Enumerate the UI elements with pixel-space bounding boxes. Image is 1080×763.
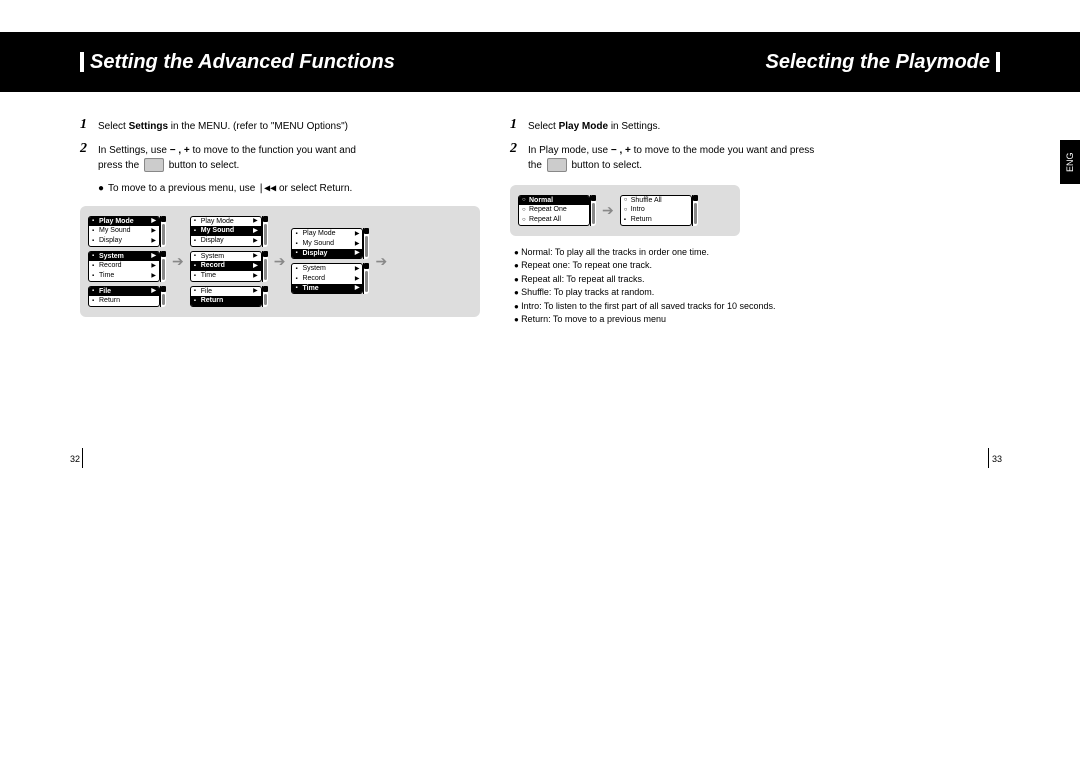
menu-screen: ○Shuffle All ○Intro ▪Return: [620, 195, 698, 226]
menu-screen: ▪Play Mode▶ ▪My Sound▶ ▪Display▶: [88, 216, 166, 247]
step-1: 1 Select Settings in the MENU. (refer to…: [80, 120, 480, 134]
menu-screen: ▪System▶ ▪Record▶ ▪Time▶: [291, 263, 369, 294]
page-divider-icon: [82, 448, 83, 468]
step-number: 1: [510, 117, 517, 133]
flow-arrow-icon: ➔: [274, 253, 286, 270]
header-band: Setting the Advanced Functions Selecting…: [0, 32, 1080, 92]
menu-screen: ▪System▶ ▪Record▶ ▪Time▶: [88, 251, 166, 282]
flow-arrow-icon: ➔: [375, 253, 387, 270]
menu-panel: ○Normal ○Repeat One ○Repeat All ➔ ○Shuff…: [510, 185, 740, 236]
title-bar-icon: [996, 52, 1000, 72]
rewind-icon: |◀◀: [258, 183, 276, 194]
menu-screen: ○Normal ○Repeat One ○Repeat All: [518, 195, 596, 226]
step-number: 2: [510, 141, 517, 157]
left-title: Setting the Advanced Functions: [80, 51, 395, 74]
menu-screen: ▪Play Mode▶ ▪My Sound▶ ▪Display▶: [190, 216, 268, 247]
flow-arrow-icon: ➔: [602, 202, 614, 219]
menu-screen: ▪System▶ ▪Record▶ ▪Time▶: [190, 251, 268, 282]
page-divider-icon: [988, 448, 989, 468]
step-number: 1: [80, 117, 87, 133]
menu-screen: ▪File▶ ▪Return: [88, 286, 166, 307]
step-number: 2: [80, 141, 87, 157]
jog-button-icon: [144, 158, 164, 172]
menu-panel: ▪Play Mode▶ ▪My Sound▶ ▪Display▶ ▪System…: [80, 206, 480, 318]
menu-screen: ▪Play Mode▶ ▪My Sound▶ ▪Display▶: [291, 228, 369, 259]
jog-button-icon: [547, 158, 567, 172]
step-2: 2 In Play mode, use − , + to move to the…: [510, 144, 890, 173]
page-number-left: 32: [70, 454, 80, 464]
sub-note: ●To move to a previous menu, use |◀◀ or …: [80, 183, 480, 194]
language-tab: ENG: [1060, 140, 1080, 184]
title-bar-icon: [80, 52, 84, 72]
flow-arrow-icon: ➔: [172, 253, 184, 270]
step-1: 1 Select Play Mode in Settings.: [510, 120, 890, 134]
page-number-right: 33: [992, 454, 1002, 464]
menu-screen: ▪File▶ ▪Return: [190, 286, 268, 307]
left-column: 1 Select Settings in the MENU. (refer to…: [80, 120, 480, 317]
right-column: 1 Select Play Mode in Settings. 2 In Pla…: [510, 120, 890, 327]
right-title: Selecting the Playmode: [765, 51, 1000, 74]
step-2: 2 In Settings, use − , + to move to the …: [80, 144, 480, 173]
description-list: Normal: To play all the tracks in order …: [510, 246, 890, 327]
